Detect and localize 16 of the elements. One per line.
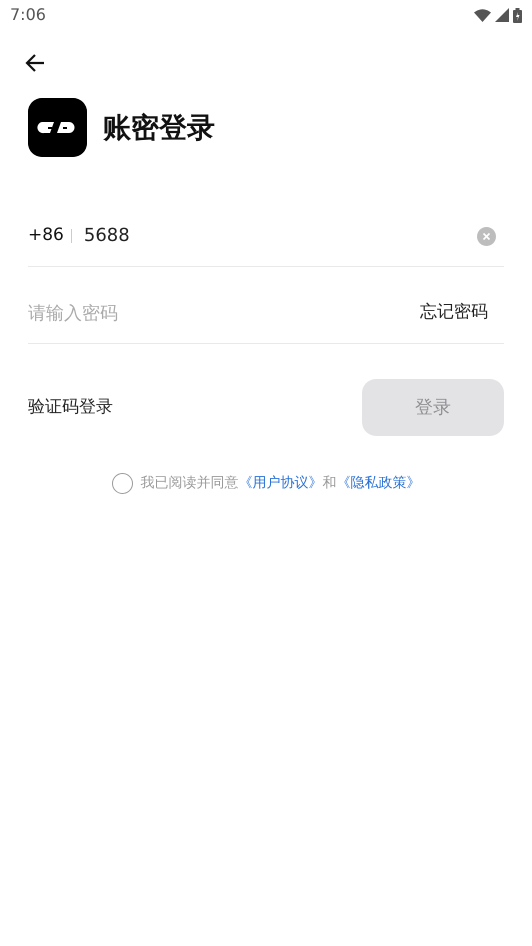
battery-icon <box>513 8 522 22</box>
app-logo-icon <box>28 98 87 157</box>
forgot-password-link[interactable]: 忘记密码 <box>420 300 488 326</box>
status-time: 7:06 <box>10 4 46 26</box>
user-agreement-link[interactable]: 《用户协议》 <box>238 475 322 491</box>
agreement-text: 我已阅读并同意《用户协议》和《隐私政策》 <box>140 474 420 493</box>
password-input-field[interactable]: 请输入密码 <box>28 300 420 326</box>
privacy-policy-link[interactable]: 《隐私政策》 <box>336 475 420 491</box>
back-arrow-icon[interactable] <box>24 52 46 73</box>
wifi-icon <box>474 8 491 22</box>
agreement-checkbox[interactable] <box>112 473 132 494</box>
phone-input-field[interactable]: 5688 <box>84 222 477 249</box>
page-title: 账密登录 <box>103 110 215 146</box>
country-code[interactable]: +86 <box>28 222 64 248</box>
code-login-link[interactable]: 验证码登录 <box>28 394 113 420</box>
signal-icon <box>495 8 509 22</box>
